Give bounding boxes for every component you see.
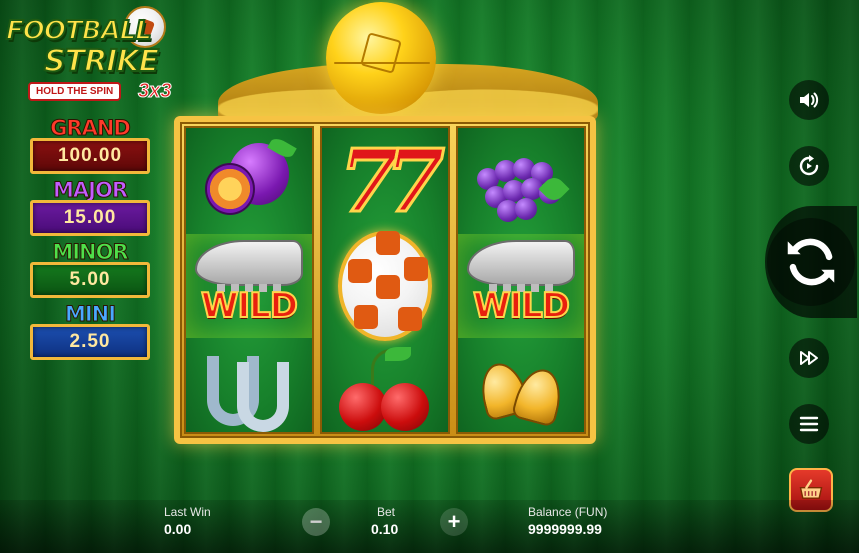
bet-increase-button[interactable]: + — [440, 508, 468, 536]
spin-arrows-icon — [787, 238, 835, 286]
sound-button[interactable] — [789, 80, 829, 120]
balance-value: 9999999.99 — [528, 521, 602, 537]
bet-value: 0.10 — [371, 521, 399, 537]
cherries-icon — [322, 338, 448, 432]
sevens-label: 77 — [338, 131, 447, 232]
logo-variant: 3x3 — [137, 80, 172, 103]
jackpot-major-label: MAJOR — [53, 178, 129, 203]
jackpot-grand: GRAND 100.00 — [30, 116, 150, 178]
jackpot-minor-label: MINOR — [52, 240, 129, 265]
jackpot-mini-label: MINI — [64, 302, 116, 327]
last-win-label: Last Win — [164, 505, 211, 519]
turbo-button[interactable] — [789, 338, 829, 378]
menu-button[interactable] — [789, 404, 829, 444]
jackpot-mini-value: 2.50 — [30, 324, 150, 360]
balance-display: Balance (FUN) 9999999.99 — [528, 505, 607, 537]
balance-label: Balance (FUN) — [528, 505, 608, 519]
logo-line1: FOOTBALL — [5, 15, 153, 47]
bet-display: Bet 0.10 — [371, 505, 398, 537]
jackpot-panel: GRAND 100.00 MAJOR 15.00 MINOR 5.00 MINI… — [30, 116, 150, 364]
autoplay-button[interactable] — [789, 146, 829, 186]
last-win-value: 0.00 — [164, 521, 192, 537]
jackpot-minor-value: 5.00 — [30, 262, 150, 298]
hamburger-menu-icon — [799, 416, 819, 432]
wild-label: WILD — [200, 285, 299, 327]
jackpot-mini: MINI 2.50 — [30, 302, 150, 364]
boot-wild-icon: WILD — [458, 234, 584, 338]
bottom-bar — [0, 500, 859, 553]
replay-icon — [799, 155, 819, 176]
logo-line2: STRIKE — [43, 43, 160, 80]
double-seven-icon: 77 — [322, 130, 448, 234]
bet-label: Bet — [377, 505, 396, 519]
logo-subtitle: HOLD THE SPIN — [28, 82, 122, 101]
plum-icon — [186, 130, 312, 234]
boot-wild-icon: WILD — [186, 234, 312, 338]
reel-1: WILD — [184, 126, 314, 434]
horseshoe-icon — [186, 338, 312, 432]
reel-3: WILD — [456, 126, 586, 434]
reel-frame: WILD 77 WILD — [174, 116, 596, 444]
jackpot-minor: MINOR 5.00 — [30, 240, 150, 302]
game-logo: FOOTBALL STRIKE HOLD THE SPIN 3x3 — [4, 6, 179, 106]
bet-decrease-button[interactable]: − — [302, 508, 330, 536]
jackpot-grand-label: GRAND — [50, 116, 132, 141]
reel-2: 77 — [320, 126, 450, 434]
speaker-icon — [800, 92, 819, 108]
bells-icon — [458, 338, 584, 432]
fast-forward-icon — [800, 351, 818, 365]
last-win-display: Last Win 0.00 — [164, 505, 211, 537]
spin-button[interactable] — [765, 206, 857, 318]
jackpot-grand-value: 100.00 — [30, 138, 150, 174]
wild-label: WILD — [472, 285, 571, 327]
jackpot-major-value: 15.00 — [30, 200, 150, 236]
football-icon — [322, 224, 448, 348]
grapes-icon — [458, 130, 584, 234]
golden-football-icon — [326, 2, 436, 114]
jackpot-major: MAJOR 15.00 — [30, 178, 150, 240]
